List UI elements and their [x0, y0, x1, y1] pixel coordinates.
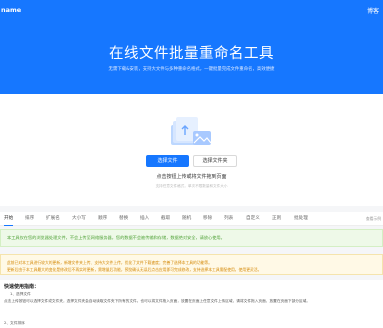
tab-remove[interactable]: 移除	[203, 212, 212, 226]
tab-start[interactable]: 开始	[4, 212, 14, 226]
tab-sort[interactable]: 排序	[25, 212, 34, 226]
view-example-link[interactable]: 查看示例	[366, 212, 381, 226]
update-notice-line1: 此前已对本工具进行较大的更新，新增文件夹上传、支持大文件上传，优化了文件下载速度…	[7, 260, 213, 265]
security-notice: 本工具仅在您的浏览器处理文件，不会上传至网络服务器，您的数据不会被传输和存储，数…	[0, 229, 383, 247]
upload-area[interactable]	[0, 94, 383, 206]
tab-insert[interactable]: 插入	[140, 212, 149, 226]
select-files-button[interactable]: 选择文件	[146, 155, 189, 167]
tab-case[interactable]: 大小写	[72, 212, 86, 226]
page-title: 在线文件批量重命名工具	[109, 46, 274, 62]
blog-link[interactable]: 博客	[367, 6, 379, 15]
page-subtitle: 无需下载&安装，支持大文件与多种重命名格式，一键批量完成文件重命名，高效便捷	[108, 67, 275, 72]
update-notice-line2: 更新后由于本工具最大的变化是修改后不再实时更新，需增量后功能，预览确认无误后点击…	[7, 267, 262, 272]
guide-step1-title: 1、选择文件	[10, 292, 31, 296]
folder-upload-icon	[171, 117, 212, 145]
tab-regex[interactable]: 正则	[272, 212, 281, 226]
page: name 博客 在线文件批量重命名工具 无需下载&安装，支持大文件与多种重命名格…	[0, 0, 383, 328]
select-folder-button[interactable]: 选择文件夹	[193, 155, 237, 167]
tab-list[interactable]: 列表	[224, 212, 233, 226]
tab-custom[interactable]: 自定义	[246, 212, 260, 226]
tab-extract[interactable]: 截取	[161, 212, 170, 226]
upload-hint: 点击按钮上传或将文件拖到页面	[156, 174, 227, 180]
brand-logo[interactable]: name	[1, 6, 21, 14]
tab-extension[interactable]: 扩展名	[46, 212, 60, 226]
function-tabs: 开始 排序 扩展名 大小写 顺序 替换 插入 截取 随机 移除 列表 自定义 正…	[0, 212, 383, 226]
header-banner: name 博客 在线文件批量重命名工具 无需下载&安装，支持大文件与多种重命名格…	[0, 0, 383, 94]
update-notice: 此前已对本工具进行较大的更新，新增文件夹上传、支持大文件上传，优化了文件下载速度…	[0, 254, 383, 275]
guide-title: 快速使用指南：	[4, 284, 40, 290]
guide-step2-title: 2、文件排序	[4, 321, 25, 325]
tab-random[interactable]: 随机	[182, 212, 191, 226]
guide-step1-text: 点击上传按钮可以选择文件或文件夹，选择文件夹会自动读取文件夹下所有的文件。也可以…	[4, 299, 311, 303]
tab-replace[interactable]: 替换	[119, 212, 128, 226]
upload-subhint: 支持任意文件格式，单次不限数量和文件大小	[155, 184, 228, 188]
quick-guide: 快速使用指南： 1、选择文件 点击上传按钮可以选择文件或文件夹，选择文件夹会自动…	[0, 280, 383, 328]
security-notice-text: 本工具仅在您的浏览器处理文件，不会上传至网络服务器，您的数据不会被传输和存储，数…	[7, 235, 225, 240]
tab-batch[interactable]: 批处理	[294, 212, 308, 226]
tab-order[interactable]: 顺序	[98, 212, 107, 226]
